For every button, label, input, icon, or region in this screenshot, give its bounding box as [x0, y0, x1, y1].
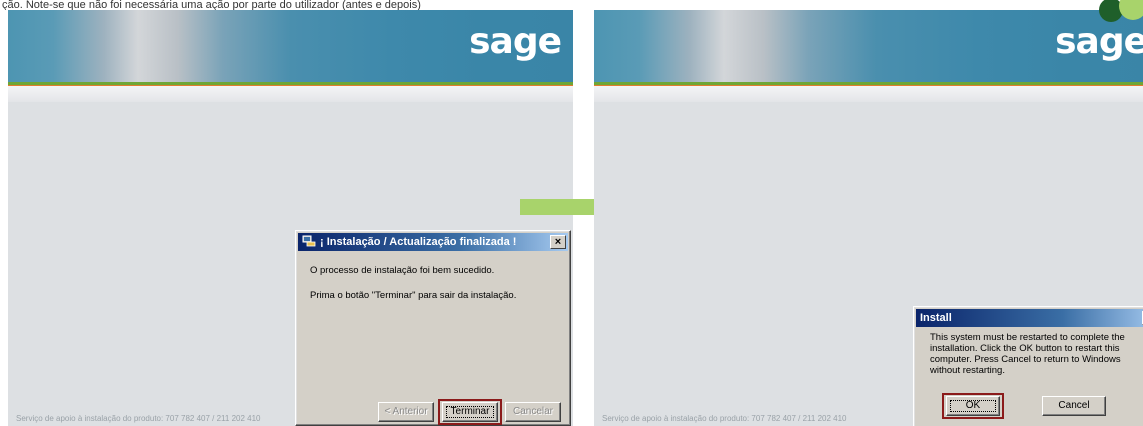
dialog-title: Install [920, 312, 952, 324]
installation-finished-dialog: ¡ Instalação / Actualização finalizada !… [295, 230, 571, 426]
dialog-message-instruction: Prima o botão "Terminar" para sair da in… [310, 290, 517, 301]
dialog-message-success: O processo de instalação foi bem sucedid… [310, 265, 495, 276]
finish-button[interactable]: Terminar [442, 402, 498, 422]
dialog-title: ¡ Instalação / Actualização finalizada ! [320, 236, 517, 248]
cancel-button[interactable]: Cancelar [505, 402, 561, 422]
install-restart-dialog: Install × This system must be restarted … [913, 306, 1143, 426]
sage-logo: sage [469, 21, 562, 62]
focus-ring [950, 400, 996, 412]
screen-after: sage Serviço de apoio à instalação do pr… [594, 10, 1143, 426]
caption-text: ção. Note-se que não foi necessária uma … [2, 0, 421, 10]
subheader-band [8, 86, 573, 102]
sage-logo: sage [1055, 21, 1143, 62]
dialog-titlebar: ¡ Instalação / Actualização finalizada !… [298, 233, 568, 251]
back-button[interactable]: < Anterior [378, 402, 434, 422]
corner-leaf-decoration [1083, 0, 1143, 27]
support-footer: Serviço de apoio à instalação do produto… [602, 414, 847, 423]
screen-before: sage Serviço de apoio à instalação do pr… [8, 10, 573, 426]
ok-button[interactable]: OK [946, 396, 1000, 416]
support-footer: Serviço de apoio à instalação do produto… [16, 414, 261, 423]
close-button[interactable]: × [550, 235, 566, 249]
subheader-band [594, 86, 1143, 102]
dialog-message-restart: This system must be restarted to complet… [930, 332, 1125, 376]
cancel-button[interactable]: Cancel [1042, 396, 1106, 416]
dialog-titlebar: Install × [916, 309, 1143, 327]
installer-icon [302, 235, 316, 247]
focus-ring [446, 406, 494, 418]
